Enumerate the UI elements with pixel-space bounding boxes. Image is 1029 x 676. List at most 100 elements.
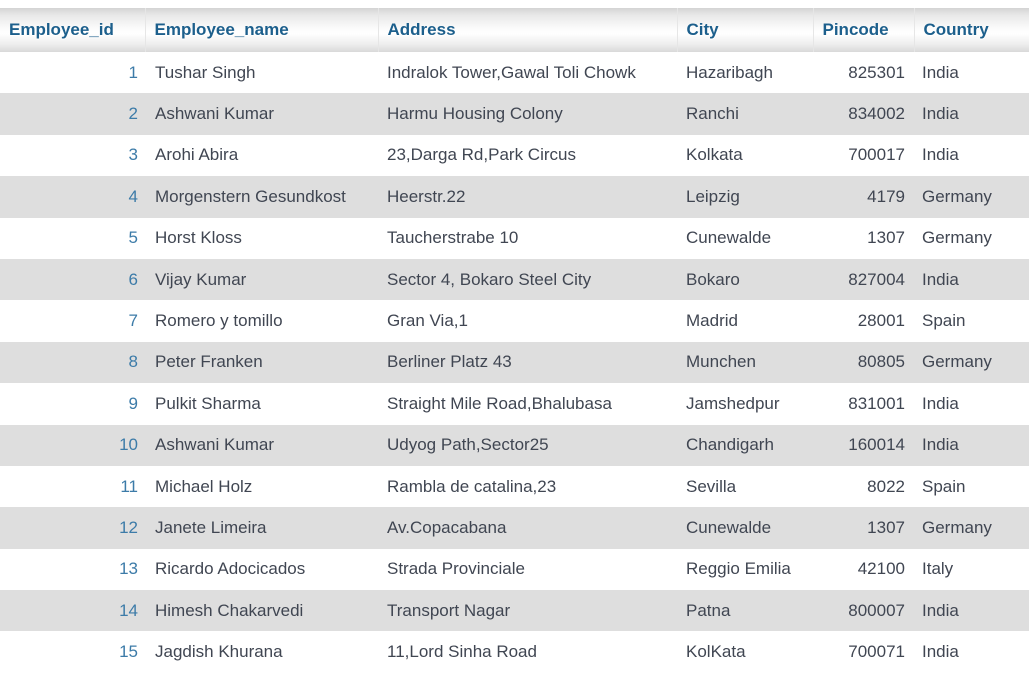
table-row[interactable]: 8 Peter Franken Berliner Platz 43 Munchen 80… (0, 341, 1029, 384)
cell-address: Udyog Path,Sector25 (387, 435, 549, 455)
cell-address: Harmu Housing Colony (387, 104, 563, 124)
cell-employee-id: 4 (128, 186, 138, 206)
table-row[interactable]: 5 Horst Kloss Taucherstrabe 10 Cunewalde 130… (0, 217, 1029, 259)
cell-address: Sector 4, Bokaro Steel City (387, 269, 592, 289)
cell-employee-name: Michael Holz (155, 476, 253, 496)
cell-employee-name: Morgenstern Gesundkost (155, 186, 346, 206)
cell-employee-name: Tushar Singh (155, 62, 256, 82)
cell-city: Cunewalde (686, 228, 772, 248)
cell-employee-id: 15 (119, 642, 138, 662)
cell-pincode: 160014 (848, 435, 905, 455)
cell-pincode: 8022 (867, 476, 905, 496)
cell-country: India (922, 269, 959, 289)
cell-address: Strada Provinciale (387, 559, 525, 579)
cell-address: Rambla de catalina,23 (387, 476, 557, 496)
table-header: Employee_id Employee_name Address City P… (0, 8, 1029, 52)
cell-employee-name: Ashwani Kumar (155, 435, 275, 455)
cell-city: Munchen (686, 352, 756, 372)
cell-address: Straight Mile Road,Bhalubasa (387, 393, 612, 413)
cell-employee-id: 3 (128, 145, 138, 165)
cell-employee-name: Arohi Abira (155, 145, 239, 165)
cell-pincode: 42100 (857, 559, 905, 579)
table-row[interactable]: 1 Tushar Singh Indralok Tower,Gawal Toli C… (0, 52, 1029, 94)
cell-employee-id: 2 (128, 104, 138, 124)
cell-address: Transport Nagar (387, 600, 511, 620)
cell-employee-name: Pulkit Sharma (155, 393, 261, 413)
column-header-pincode[interactable]: Pincode (812, 8, 915, 52)
cell-country: India (922, 104, 959, 124)
table-row[interactable]: 13 Ricardo Adocicados Strada Provinciale Re… (0, 548, 1029, 591)
cell-country: India (922, 642, 959, 662)
cell-employee-id: 5 (128, 228, 138, 248)
cell-country: Spain (922, 311, 966, 331)
column-header-country[interactable]: Country (913, 8, 1029, 52)
result-grid: Employee_id Employee_name Address City P… (0, 0, 1029, 676)
cell-pincode: 700071 (848, 642, 905, 662)
cell-country: India (922, 393, 959, 413)
table-row[interactable]: 3 Arohi Abira 23,Darga Rd,Park Circus Kolka… (0, 134, 1029, 177)
cell-pincode: 800007 (848, 600, 905, 620)
cell-city: Chandigarh (686, 435, 774, 455)
cell-city: Jamshedpur (686, 393, 780, 413)
cell-pincode: 28001 (857, 311, 905, 331)
table-row[interactable]: 11 Michael Holz Rambla de catalina,23 Sevil… (0, 465, 1029, 508)
cell-city: Patna (686, 600, 731, 620)
table-row[interactable]: 12 Janete Limeira Av.Copacabana Cunewalde 13… (0, 507, 1029, 549)
table-row[interactable]: 10 Ashwani Kumar Udyog Path,Sector25 Chandi… (0, 424, 1029, 466)
cell-pincode: 831001 (848, 393, 905, 413)
table-row[interactable]: 14 Himesh Chakarvedi Transport Nagar Patna 8… (0, 590, 1029, 632)
table-row[interactable]: 15 Jagdish Khurana 11,Lord Sinha Road KolKa… (0, 631, 1029, 673)
table-row[interactable]: 4 Morgenstern Gesundkost Heerstr.22 Leipzig… (0, 176, 1029, 218)
cell-country: Germany (922, 352, 992, 372)
cell-address: Indralok Tower,Gawal Toli Chowk (387, 62, 636, 82)
cell-employee-name: Peter Franken (155, 352, 263, 372)
cell-employee-name: Vijay Kumar (155, 269, 247, 289)
cell-city: Sevilla (686, 476, 737, 496)
cell-country: India (922, 145, 959, 165)
cell-city: Leipzig (686, 186, 740, 206)
cell-employee-id: 8 (128, 352, 138, 372)
cell-pincode: 825301 (848, 62, 905, 82)
cell-city: Madrid (686, 311, 738, 331)
cell-city: Cunewalde (686, 517, 772, 537)
table-row[interactable]: 6 Vijay Kumar Sector 4, Bokaro Steel City B… (0, 258, 1029, 301)
cell-country: India (922, 62, 959, 82)
cell-employee-id: 11 (120, 476, 138, 496)
cell-country: India (922, 600, 959, 620)
cell-country: India (922, 435, 959, 455)
cell-country: Spain (922, 476, 966, 496)
cell-pincode: 1307 (867, 228, 905, 248)
table-body: 1 Tushar Singh Indralok Tower,Gawal Toli C… (0, 52, 1029, 673)
cell-employee-name: Romero y tomillo (155, 311, 283, 331)
cell-country: Italy (922, 559, 954, 579)
column-header-employee-name[interactable]: Employee_name (144, 8, 379, 52)
cell-address: Berliner Platz 43 (387, 352, 512, 372)
cell-city: Bokaro (686, 269, 740, 289)
table-row[interactable]: 2 Ashwani Kumar Harmu Housing Colony Ranchi… (0, 93, 1029, 135)
cell-employee-name: Ricardo Adocicados (155, 559, 306, 579)
cell-country: Germany (922, 186, 992, 206)
cell-address: Gran Via,1 (387, 311, 468, 331)
cell-employee-name: Ashwani Kumar (155, 104, 275, 124)
employee-table: Employee_id Employee_name Address City P… (0, 8, 1029, 673)
cell-employee-id: 10 (119, 435, 138, 455)
cell-employee-id: 13 (119, 559, 138, 579)
cell-city: Hazaribagh (686, 62, 773, 82)
cell-pincode: 80805 (857, 352, 905, 372)
table-row[interactable]: 9 Pulkit Sharma Straight Mile Road,Bhaluba… (0, 383, 1029, 425)
cell-employee-name: Himesh Chakarvedi (155, 600, 304, 620)
cell-employee-name: Jagdish Khurana (155, 642, 283, 662)
cell-employee-name: Janete Limeira (155, 517, 267, 537)
cell-city: KolKata (686, 642, 746, 662)
cell-employee-id: 6 (128, 269, 138, 289)
column-header-address[interactable]: Address (377, 8, 678, 52)
cell-employee-id: 1 (128, 62, 138, 82)
cell-city: Ranchi (686, 104, 739, 124)
cell-city: Reggio Emilia (686, 559, 791, 579)
cell-country: Germany (922, 517, 992, 537)
column-header-employee-id[interactable]: Employee_id (0, 8, 146, 52)
cell-pincode: 834002 (848, 104, 905, 124)
cell-address: Heerstr.22 (387, 186, 466, 206)
table-row[interactable]: 7 Romero y tomillo Gran Via,1 Madrid 28001 Sp… (0, 300, 1029, 342)
column-header-city[interactable]: City (676, 8, 814, 52)
